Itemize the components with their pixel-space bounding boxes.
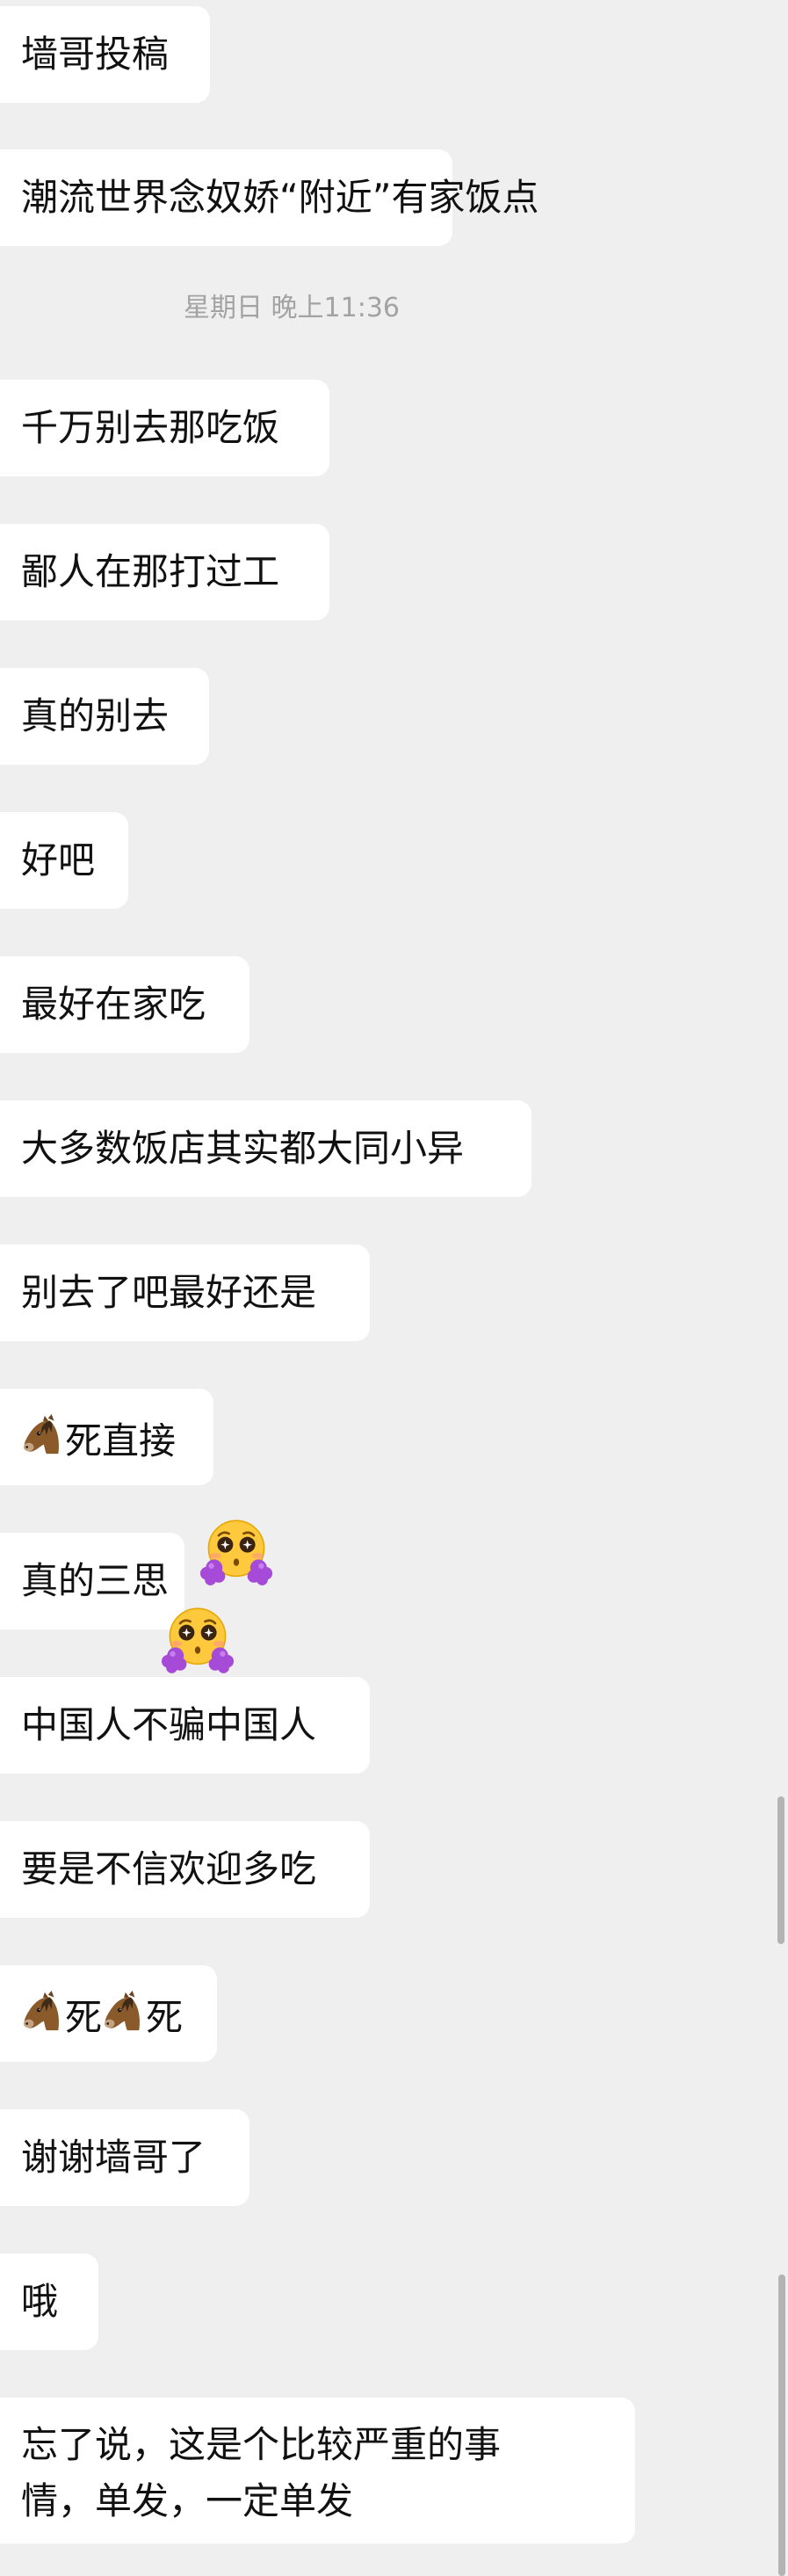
- message-text: 别去了吧最好还是: [21, 1271, 317, 1314]
- pleading-face-pompom-emoji: [194, 1517, 278, 1587]
- message-bubble[interactable]: 谢谢墙哥了: [0, 2109, 249, 2206]
- message-bubble[interactable]: 死死: [0, 1965, 217, 2062]
- message-text: 死直接: [65, 1419, 177, 1462]
- message-text: 死: [65, 1996, 103, 2039]
- message-bubble[interactable]: 好吧: [0, 812, 128, 909]
- message-bubble[interactable]: 别去了吧最好还是: [0, 1244, 370, 1341]
- message-bubble[interactable]: 真的别去: [0, 668, 209, 765]
- scrollbar[interactable]: [776, 0, 788, 2576]
- scrollbar-thumb[interactable]: [778, 2275, 785, 2576]
- message-text: 潮流世界念奴娇“附近”有家饭点: [21, 176, 539, 219]
- message-text: 最好在家吃: [21, 983, 206, 1026]
- horse-face-icon: [21, 1990, 65, 2034]
- message-text: 好吧: [21, 838, 96, 882]
- message-bubble[interactable]: 墙哥投稿: [0, 6, 210, 103]
- message-bubble[interactable]: 鄙人在那打过工: [0, 524, 329, 620]
- horse-face-icon: [21, 1413, 65, 1457]
- message-bubble[interactable]: 哦: [0, 2253, 98, 2350]
- message-text: 要是不信欢迎多吃: [21, 1847, 317, 1890]
- horse-face-icon: [102, 1990, 146, 2034]
- message-text: 大多数饭店其实都大同小异: [21, 1127, 465, 1170]
- message-bubble[interactable]: 大多数饭店其实都大同小异: [0, 1100, 531, 1197]
- message-text: 中国人不骗中国人: [21, 1703, 317, 1746]
- message-text: 真的别去: [21, 694, 170, 737]
- message-timestamp: 星期日 晚上11:36: [184, 293, 400, 323]
- message-bubble[interactable]: 死直接: [0, 1389, 213, 1485]
- message-text: 墙哥投稿: [21, 33, 170, 76]
- message-bubble[interactable]: 要是不信欢迎多吃: [0, 1821, 370, 1918]
- message-bubble[interactable]: 千万别去那吃饭: [0, 380, 329, 476]
- message-bubble[interactable]: 忘了说，这是个比较严重的事 情，单发，一定单发: [0, 2398, 635, 2543]
- message-bubble[interactable]: 最好在家吃: [0, 956, 249, 1053]
- message-text: 千万别去那吃饭: [21, 406, 280, 449]
- message-bubble[interactable]: 中国人不骗中国人: [0, 1677, 370, 1774]
- pleading-face-pompom-emoji: [155, 1605, 240, 1675]
- message-text: 死: [146, 1996, 184, 2039]
- message-text: 哦: [21, 2280, 59, 2323]
- message-text: 真的三思: [21, 1559, 170, 1602]
- scrollbar-thumb[interactable]: [777, 1796, 784, 1944]
- chat-view: 墙哥投稿 潮流世界念奴娇“附近”有家饭点 星期日 晚上11:36 千万别去那吃饭…: [0, 0, 788, 2576]
- message-text-line: 情，单发，一定单发: [21, 2479, 354, 2522]
- message-text: 鄙人在那打过工: [21, 550, 280, 593]
- message-bubble[interactable]: 潮流世界念奴娇“附近”有家饭点: [0, 149, 539, 246]
- message-text: 谢谢墙哥了: [21, 2136, 206, 2179]
- message-text-line: 忘了说，这是个比较严重的事: [21, 2423, 502, 2466]
